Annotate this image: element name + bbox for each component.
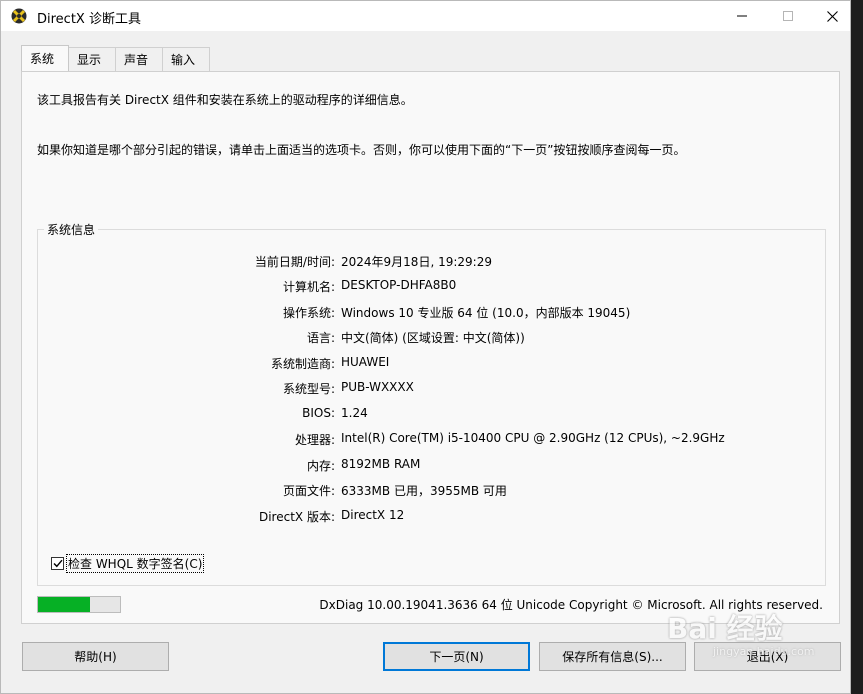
info-label: 处理器: — [294, 433, 335, 447]
info-row-bios: BIOS: 1.24 — [38, 406, 825, 424]
minimize-icon — [737, 15, 747, 17]
save-all-info-button[interactable]: 保存所有信息(S)... — [539, 642, 686, 671]
info-row-model: 系统型号: PUB-WXXXX — [38, 380, 825, 398]
whql-checkbox[interactable] — [51, 557, 64, 570]
info-value: 中文(简体) (区域设置: 中文(简体)) — [341, 331, 525, 345]
info-label: 内存: — [306, 459, 335, 473]
info-label: 页面文件: — [282, 484, 335, 498]
info-value: DirectX 12 — [341, 508, 405, 522]
info-label: 操作系统: — [282, 306, 335, 320]
info-value: 8192MB RAM — [341, 457, 421, 471]
info-row-language: 语言: 中文(简体) (区域设置: 中文(简体)) — [38, 329, 825, 347]
info-label: DirectX 版本: — [258, 510, 335, 524]
info-value: HUAWEI — [341, 355, 390, 369]
tab-sound[interactable]: 声音 — [115, 47, 164, 71]
maximize-button[interactable] — [765, 1, 811, 31]
close-icon — [826, 10, 838, 22]
system-info-group: 系统信息 当前日期/时间: 2024年9月18日, 19:29:29 计算机名:… — [37, 221, 826, 586]
info-row-directx-version: DirectX 版本: DirectX 12 — [38, 508, 825, 526]
info-value: Windows 10 专业版 64 位 (10.0，内部版本 19045) — [341, 306, 631, 320]
intro-text-1: 该工具报告有关 DirectX 组件和安装在系统上的驱动程序的详细信息。 — [37, 93, 413, 107]
info-value: 2024年9月18日, 19:29:29 — [341, 255, 492, 269]
info-value: DESKTOP-DHFA8B0 — [341, 278, 457, 292]
tab-input[interactable]: 输入 — [162, 47, 211, 71]
info-label: 计算机名: — [282, 280, 335, 294]
info-row-manufacturer: 系统制造商: HUAWEI — [38, 355, 825, 373]
info-label: 语言: — [306, 331, 335, 345]
dxdiag-window: DirectX 诊断工具 系统 显示 声音 输入 该工具报告有关 DirectX… — [0, 0, 851, 694]
window-title: DirectX 诊断工具 — [37, 12, 141, 27]
next-page-button[interactable]: 下一页(N) — [383, 642, 530, 671]
info-value: PUB-WXXXX — [341, 380, 414, 394]
info-row-computer-name: 计算机名: DESKTOP-DHFA8B0 — [38, 278, 825, 296]
info-label: 系统制造商: — [270, 357, 335, 371]
info-row-datetime: 当前日期/时间: 2024年9月18日, 19:29:29 — [38, 253, 825, 271]
tab-system[interactable]: 系统 — [21, 45, 70, 71]
directx-icon — [11, 8, 27, 24]
tab-display[interactable]: 显示 — [68, 47, 117, 71]
minimize-button[interactable] — [719, 1, 765, 31]
system-tab-panel: 该工具报告有关 DirectX 组件和安装在系统上的驱动程序的详细信息。 如果你… — [21, 71, 840, 624]
exit-button[interactable]: 退出(X) — [694, 642, 841, 671]
info-label: 当前日期/时间: — [254, 255, 335, 269]
info-row-memory: 内存: 8192MB RAM — [38, 457, 825, 475]
tab-strip: 系统 显示 声音 输入 — [21, 45, 211, 71]
info-value: 1.24 — [341, 406, 368, 420]
whql-label[interactable]: 检查 WHQL 数字签名(C) — [65, 554, 205, 573]
info-row-page-file: 页面文件: 6333MB 已用，3955MB 可用 — [38, 482, 825, 500]
title-bar[interactable]: DirectX 诊断工具 — [1, 1, 850, 31]
system-info-title: 系统信息 — [44, 221, 99, 238]
close-button[interactable] — [809, 1, 855, 31]
info-label: 系统型号: — [282, 382, 335, 396]
info-row-processor: 处理器: Intel(R) Core(TM) i5-10400 CPU @ 2.… — [38, 431, 825, 449]
checkmark-icon — [53, 559, 63, 568]
whql-checkbox-row[interactable]: 检查 WHQL 数字签名(C) — [51, 554, 205, 573]
progress-fill — [38, 597, 90, 612]
intro-text-2: 如果你知道是哪个部分引起的错误，请单击上面适当的选项卡。否则，你可以使用下面的“… — [37, 143, 686, 157]
info-label: BIOS: — [302, 406, 335, 420]
info-value: 6333MB 已用，3955MB 可用 — [341, 484, 507, 498]
info-row-os: 操作系统: Windows 10 专业版 64 位 (10.0，内部版本 190… — [38, 304, 825, 322]
version-copyright-text: DxDiag 10.00.19041.3636 64 位 Unicode Cop… — [319, 598, 823, 612]
info-value: Intel(R) Core(TM) i5-10400 CPU @ 2.90GHz… — [341, 431, 725, 445]
help-button[interactable]: 帮助(H) — [22, 642, 169, 671]
maximize-icon — [783, 11, 793, 21]
progress-bar — [37, 596, 121, 613]
